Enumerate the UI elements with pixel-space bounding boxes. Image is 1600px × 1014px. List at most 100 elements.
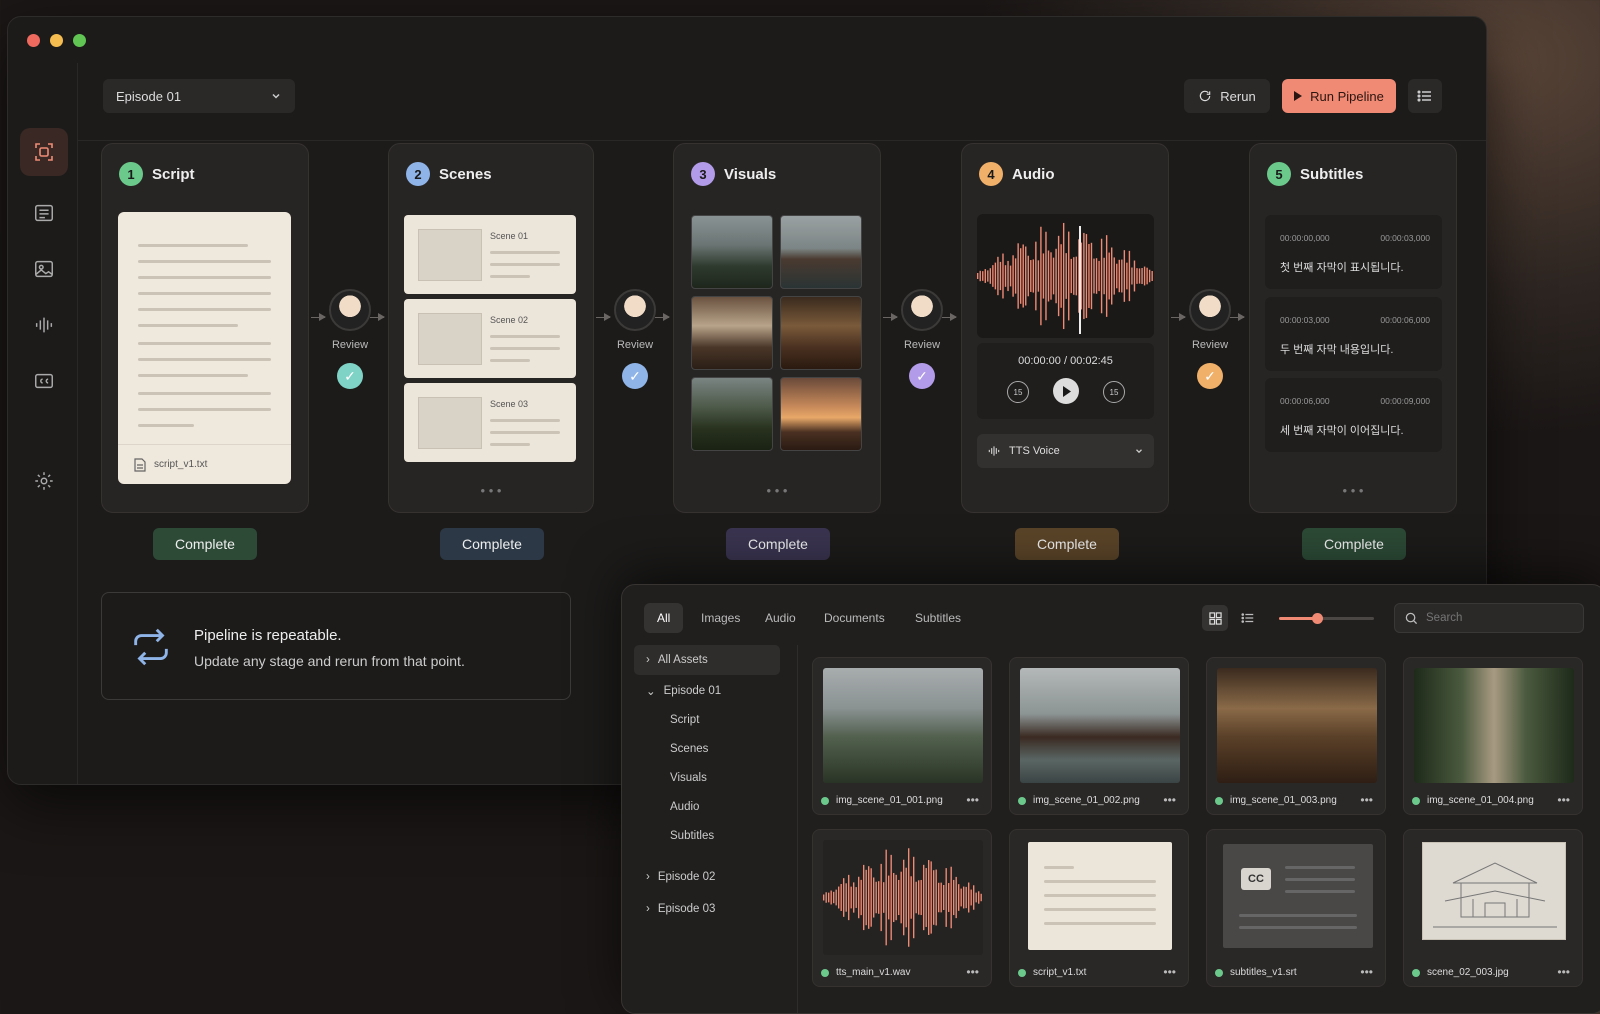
stage-subtitles[interactable]: 5 Subtitles 00:00:00,000 00:00:03,000 첫 번… xyxy=(1249,143,1457,513)
tab-images[interactable]: Images xyxy=(688,603,753,633)
script-document-preview[interactable]: script_v1.txt xyxy=(118,212,291,484)
more-options-button[interactable]: ••• xyxy=(1360,793,1373,807)
list-view-button[interactable] xyxy=(1235,605,1261,631)
asset-card[interactable]: img_scene_01_003.png ••• xyxy=(1206,657,1386,815)
waveform-bar xyxy=(970,889,972,906)
sidebar-item-pipeline[interactable] xyxy=(20,128,68,176)
minimize-window-button[interactable] xyxy=(50,34,63,47)
subtitle-entry[interactable]: 00:00:03,000 00:00:06,000 두 번째 자막 내용입니다. xyxy=(1265,297,1442,371)
waveform-bar xyxy=(1040,226,1042,326)
tree-item-scenes[interactable]: Scenes xyxy=(634,734,708,764)
asset-card[interactable]: img_scene_01_001.png ••• xyxy=(812,657,992,815)
review-gate-4[interactable]: Review ✓ xyxy=(1182,289,1238,389)
more-ellipsis[interactable]: • • • xyxy=(674,483,880,498)
scene-sketch xyxy=(418,313,482,365)
rewind-15-button[interactable]: 15 xyxy=(1007,381,1029,403)
waveform-bar xyxy=(1098,260,1100,292)
tab-all[interactable]: All xyxy=(644,603,684,633)
reviewer-avatar xyxy=(614,289,656,331)
asset-card[interactable]: img_scene_01_002.png ••• xyxy=(1009,657,1189,815)
tree-item-audio[interactable]: Audio xyxy=(634,792,699,822)
more-ellipsis[interactable]: • • • xyxy=(1250,483,1456,498)
sidebar-item-images[interactable] xyxy=(20,245,68,293)
stage-visuals[interactable]: 3 Visuals • • • xyxy=(673,143,881,513)
zoom-slider[interactable] xyxy=(1279,613,1374,624)
more-options-button[interactable]: ••• xyxy=(1163,965,1176,979)
scene-card[interactable]: Scene 01 xyxy=(404,215,576,294)
more-options-button[interactable]: ••• xyxy=(1360,965,1373,979)
tree-item-script[interactable]: Script xyxy=(634,705,699,735)
asset-card[interactable]: scene_02_003.jpg ••• xyxy=(1403,829,1583,987)
more-ellipsis[interactable]: • • • xyxy=(389,483,593,498)
maximize-window-button[interactable] xyxy=(73,34,86,47)
tree-item-visuals[interactable]: Visuals xyxy=(634,763,707,793)
more-options-button[interactable]: ••• xyxy=(966,965,979,979)
more-options-button[interactable]: ••• xyxy=(1163,793,1176,807)
visual-thumbnail[interactable] xyxy=(691,215,773,289)
asset-file-name: subtitles_v1.srt xyxy=(1230,967,1297,978)
visual-thumbnail[interactable] xyxy=(780,215,862,289)
search-input[interactable] xyxy=(1426,612,1566,624)
scene-card[interactable]: Scene 02 xyxy=(404,299,576,378)
tts-voice-select[interactable]: TTS Voice xyxy=(977,434,1154,468)
stage-script[interactable]: 1 Script script_v1.txt xyxy=(101,143,309,513)
stage-scenes[interactable]: 2 Scenes Scene 01 Scene 02 Scene 03 • • • xyxy=(388,143,594,513)
waveform-bar xyxy=(1027,255,1029,297)
tab-audio[interactable]: Audio xyxy=(752,603,809,633)
sidebar-item-settings[interactable] xyxy=(20,457,68,505)
sidebar-item-list[interactable] xyxy=(20,189,68,237)
status-dot xyxy=(1412,968,1420,977)
tab-documents[interactable]: Documents xyxy=(811,603,898,633)
asset-card[interactable]: script_v1.txt ••• xyxy=(1009,829,1189,987)
playhead[interactable] xyxy=(1079,226,1081,334)
sidebar-item-subtitles[interactable] xyxy=(20,357,68,405)
asset-card[interactable]: tts_main_v1.wav ••• xyxy=(812,829,992,987)
review-gate-3[interactable]: Review ✓ xyxy=(894,289,950,389)
search-box[interactable] xyxy=(1394,603,1584,633)
waveform-bar xyxy=(1025,246,1027,306)
waveform-bar xyxy=(895,874,897,921)
waveform-bar xyxy=(828,892,830,903)
stage-number: 2 xyxy=(406,162,430,186)
close-window-button[interactable] xyxy=(27,34,40,47)
stage-audio[interactable]: 4 Audio 00:00:00 / 00:02:45 15 15 TTS Voi… xyxy=(961,143,1169,513)
review-gate-2[interactable]: Review ✓ xyxy=(607,289,663,389)
tree-item-subtitles[interactable]: Subtitles xyxy=(634,821,714,851)
play-button[interactable] xyxy=(1053,378,1079,404)
status-badge: Complete xyxy=(440,528,544,560)
visual-thumbnail[interactable] xyxy=(780,296,862,370)
episode-select[interactable]: Episode 01 xyxy=(103,79,295,113)
waveform-bar xyxy=(920,879,922,916)
visual-thumbnail[interactable] xyxy=(691,377,773,451)
info-title: Pipeline is repeatable. xyxy=(194,627,342,644)
asset-card[interactable]: CC subtitles_v1.srt ••• xyxy=(1206,829,1386,987)
waveform-bar xyxy=(838,886,840,909)
subtitle-entry[interactable]: 00:00:06,000 00:00:09,000 세 번째 자막이 이어집니다… xyxy=(1265,378,1442,452)
more-options-button[interactable]: ••• xyxy=(1557,965,1570,979)
asset-card[interactable]: img_scene_01_004.png ••• xyxy=(1403,657,1583,815)
chevron-right-icon: › xyxy=(646,871,650,883)
more-options-button[interactable]: ••• xyxy=(1557,793,1570,807)
subtitle-entry[interactable]: 00:00:00,000 00:00:03,000 첫 번째 자막이 표시됩니다… xyxy=(1265,215,1442,289)
waveform-bar xyxy=(890,854,892,941)
menu-button[interactable] xyxy=(1408,79,1442,113)
zoom-slider-thumb[interactable] xyxy=(1312,613,1323,624)
grid-view-button[interactable] xyxy=(1202,605,1228,631)
tree-item-episode-02[interactable]: › Episode 02 xyxy=(634,862,715,892)
check-icon: ✓ xyxy=(622,363,648,389)
audio-waveform[interactable] xyxy=(977,214,1154,338)
tree-item-episode-01[interactable]: ⌄ Episode 01 xyxy=(634,676,721,706)
visual-thumbnail[interactable] xyxy=(780,377,862,451)
tab-subtitles[interactable]: Subtitles xyxy=(902,603,974,633)
rerun-button[interactable]: Rerun xyxy=(1184,79,1270,113)
sidebar-item-audio[interactable] xyxy=(20,301,68,349)
more-options-button[interactable]: ••• xyxy=(966,793,979,807)
scene-card[interactable]: Scene 03 xyxy=(404,383,576,462)
forward-15-button[interactable]: 15 xyxy=(1103,381,1125,403)
waveform-bar xyxy=(1128,250,1131,302)
tree-item-episode-03[interactable]: › Episode 03 xyxy=(634,894,715,924)
review-gate-1[interactable]: Review ✓ xyxy=(322,289,378,389)
run-pipeline-button[interactable]: Run Pipeline xyxy=(1282,79,1396,113)
tree-item-all-assets[interactable]: › All Assets xyxy=(634,645,780,675)
visual-thumbnail[interactable] xyxy=(691,296,773,370)
